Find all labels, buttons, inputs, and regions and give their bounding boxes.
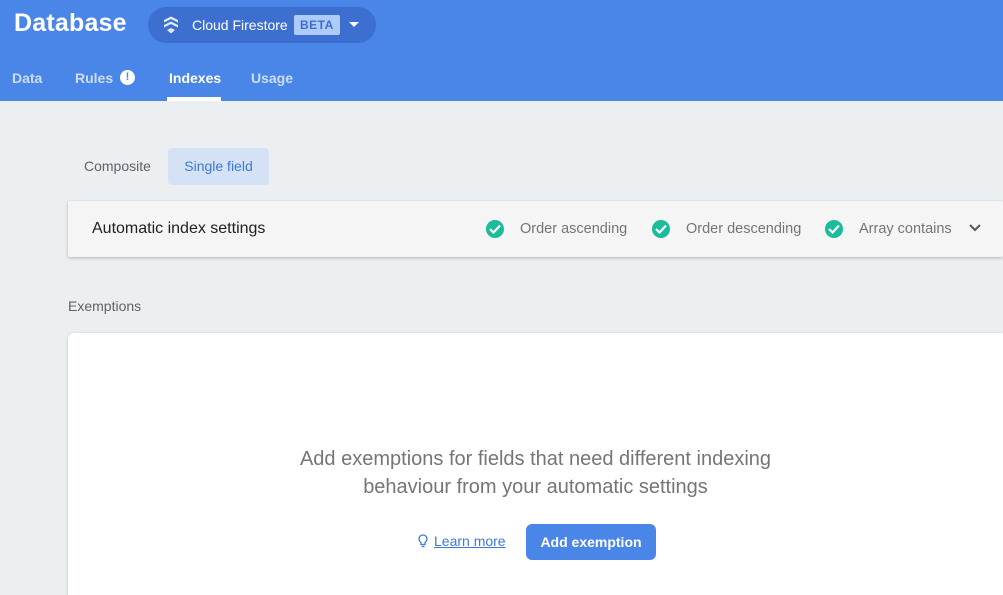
database-name: Cloud Firestore [192, 17, 288, 33]
dropdown-caret-icon [349, 22, 359, 27]
firestore-icon [164, 16, 178, 34]
empty-state-line: Add exemptions for fields that need diff… [299, 448, 772, 470]
tab-usage[interactable]: Usage [251, 70, 293, 86]
chevron-down-icon[interactable] [969, 224, 981, 232]
empty-state-message: Add exemptions for fields that need diff… [298, 445, 773, 501]
setting-label: Order descending [686, 221, 802, 237]
page-title: Database [14, 9, 127, 37]
single-field-toggle-button[interactable]: Single field [168, 148, 269, 185]
tab-indexes[interactable]: Indexes [169, 70, 221, 86]
setting-order-ascending: Order ascending [486, 220, 627, 238]
setting-label: Array contains [859, 221, 952, 237]
active-tab-indicator [167, 97, 221, 101]
tab-rules[interactable]: Rules [75, 70, 113, 86]
rules-alert-icon: ! [120, 70, 135, 85]
automatic-index-settings-panel[interactable]: Automatic index settings Order ascending… [68, 201, 1003, 257]
setting-order-descending: Order descending [652, 220, 801, 238]
lightbulb-icon [418, 534, 428, 548]
app-header: Database Cloud Firestore BETA Data Rules… [0, 0, 1003, 101]
empty-state-line: behaviour from your automatic settings [363, 476, 708, 498]
setting-label: Order ascending [520, 221, 628, 237]
setting-array-contains: Array contains [825, 220, 952, 238]
tab-data[interactable]: Data [12, 70, 42, 86]
check-circle-icon [652, 220, 670, 238]
beta-badge: BETA [294, 15, 340, 35]
exemptions-panel: Add exemptions for fields that need diff… [68, 333, 1003, 595]
composite-toggle-button[interactable]: Composite [68, 148, 167, 185]
check-circle-icon [825, 220, 843, 238]
automatic-settings-title: Automatic index settings [92, 220, 266, 237]
check-circle-icon [486, 220, 504, 238]
learn-more-label[interactable]: Learn more [434, 533, 506, 549]
exemptions-heading: Exemptions [68, 298, 142, 314]
add-exemption-button[interactable]: Add exemption [526, 524, 656, 560]
learn-more-link[interactable]: Learn more [418, 533, 506, 549]
database-selector[interactable]: Cloud Firestore BETA [148, 7, 376, 43]
